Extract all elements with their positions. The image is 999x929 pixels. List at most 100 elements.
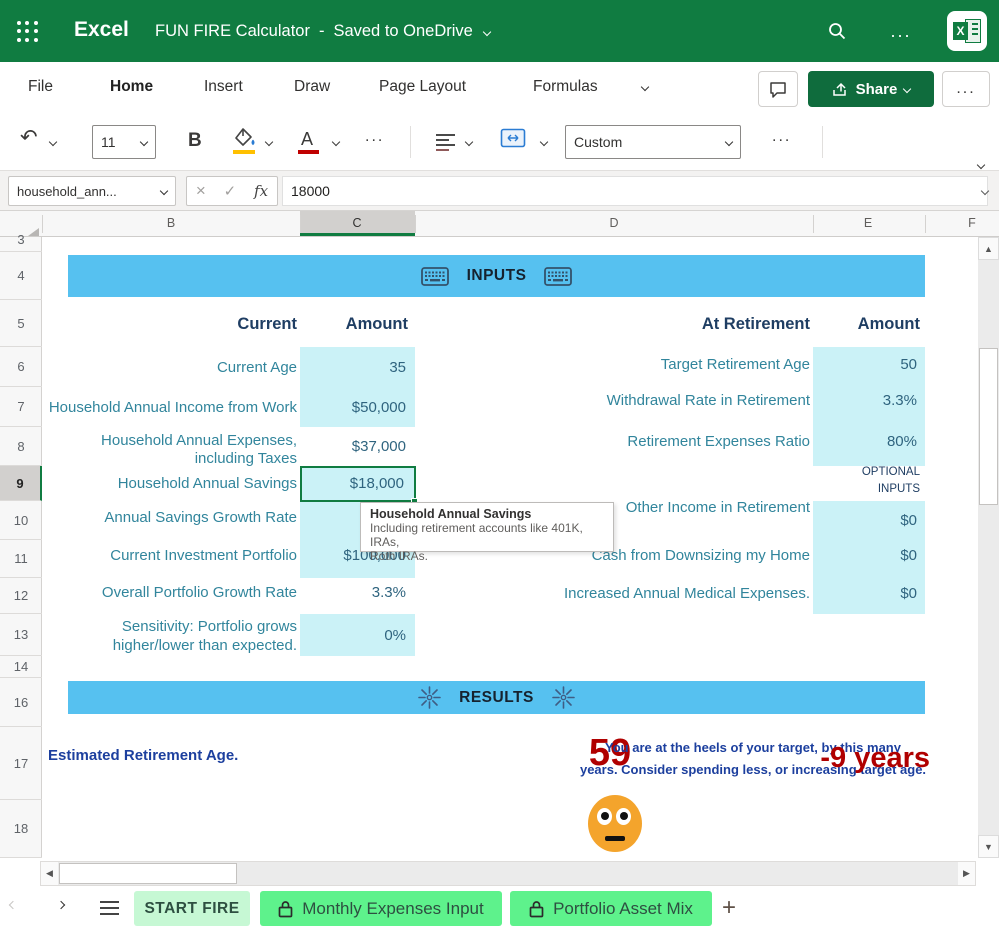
chevron-down-icon[interactable] (483, 27, 491, 35)
search-button[interactable] (820, 16, 854, 46)
row-header-5[interactable]: 5 (0, 300, 42, 347)
alignment-button[interactable] (436, 134, 456, 151)
document-title[interactable]: FUN FIRE Calculator - Saved to OneDrive (155, 22, 490, 41)
add-sheet-button[interactable]: + (722, 894, 736, 922)
estimated-retirement-age-label[interactable]: Estimated Retirement Age. (48, 747, 238, 764)
row-header-6[interactable]: 6 (0, 347, 42, 387)
sheet-tab-portfolio-asset-mix[interactable]: Portfolio Asset Mix (510, 891, 712, 926)
cell-label[interactable]: Household Annual Income from Work (40, 399, 297, 416)
titlebar-more-button[interactable]: ... (884, 16, 918, 46)
cell-value[interactable]: $0 (813, 547, 917, 564)
column-header-e[interactable]: E (864, 216, 872, 230)
sheet-tab-monthly-expenses-input[interactable]: Monthly Expenses Input (260, 891, 502, 926)
tab-insert[interactable]: Insert (204, 78, 243, 96)
ribbon-more-button[interactable]: ... (942, 71, 990, 107)
formula-input[interactable]: 18000 (282, 176, 988, 206)
sheet-nav-right-chevron-icon[interactable] (57, 901, 65, 909)
cell-value[interactable]: 0% (300, 627, 406, 644)
cell-label[interactable]: Sensitivity: Portfolio grows (40, 618, 297, 635)
cell-value[interactable]: $0 (813, 585, 917, 602)
comments-button[interactable] (758, 71, 798, 107)
cell-label[interactable]: Current Investment Portfolio (40, 547, 297, 564)
font-size-dropdown[interactable]: 11 (92, 125, 156, 159)
cell-label[interactable]: Withdrawal Rate in Retirement (550, 392, 810, 409)
horizontal-scroll-thumb[interactable] (59, 863, 237, 884)
row-header-17[interactable]: 17 (0, 727, 42, 800)
bold-button[interactable]: B (188, 130, 202, 152)
column-header-b[interactable]: B (167, 216, 175, 230)
alignment-chevron-icon[interactable] (465, 138, 473, 146)
cell-value[interactable]: $37,000 (300, 438, 406, 455)
font-group-more-button[interactable]: ... (365, 128, 384, 146)
app-name[interactable]: Excel (74, 18, 129, 42)
tab-page-layout[interactable]: Page Layout (379, 78, 466, 96)
tab-home[interactable]: Home (110, 78, 153, 96)
row-header-9[interactable]: 9 (0, 466, 42, 501)
column-header-d[interactable]: D (609, 216, 618, 230)
row-header-11[interactable]: 11 (0, 540, 42, 578)
scroll-down-button[interactable]: ▼ (978, 835, 999, 858)
cell-value[interactable]: $0 (813, 512, 917, 529)
years-delta-value[interactable]: -9 years (790, 742, 930, 775)
row-header-18[interactable]: 18 (0, 800, 42, 858)
cell-label[interactable]: Target Retirement Age (550, 356, 810, 373)
cell-label[interactable]: Household Annual Savings (40, 475, 297, 492)
app-launcher-waffle-icon[interactable] (17, 21, 39, 43)
cell-value[interactable]: 80% (813, 433, 917, 450)
column-header-f[interactable]: F (968, 216, 976, 230)
cell-label[interactable]: including Taxes (40, 450, 297, 467)
row-header-3[interactable]: 3 (0, 227, 42, 252)
row-header-8[interactable]: 8 (0, 427, 42, 466)
more-tabs-chevron-icon[interactable] (641, 83, 649, 91)
left-current-header[interactable]: Current (100, 315, 297, 334)
cell-label[interactable]: Overall Portfolio Growth Rate (40, 584, 297, 601)
column-header-c[interactable]: C (352, 216, 361, 230)
right-amount-header[interactable]: Amount (822, 315, 920, 334)
sheet-tab-start-fire[interactable]: START FIRE (134, 891, 250, 926)
tab-formulas[interactable]: Formulas (533, 78, 598, 96)
cell-label[interactable]: Annual Savings Growth Rate (40, 509, 297, 526)
row-header-14[interactable]: 14 (0, 656, 42, 678)
vertical-scroll-thumb[interactable] (979, 348, 998, 505)
cell-label[interactable]: Retirement Expenses Ratio (550, 433, 810, 450)
number-format-dropdown[interactable]: Custom (565, 125, 741, 159)
tab-file[interactable]: File (28, 78, 53, 96)
excel-app-icon[interactable]: X (947, 11, 987, 51)
right-at-retirement-header[interactable]: At Retirement (610, 315, 810, 334)
selected-cell-border[interactable] (300, 466, 416, 502)
cell-label[interactable]: Household Annual Expenses, (40, 432, 297, 449)
sheet-list-menu-icon[interactable] (100, 901, 119, 919)
cell-label[interactable]: higher/lower than expected. (40, 637, 297, 654)
row-header-10[interactable]: 10 (0, 501, 42, 540)
undo-chevron-icon[interactable] (49, 138, 57, 146)
share-button[interactable]: Share (808, 71, 934, 107)
undo-button[interactable]: ↶ (20, 125, 38, 150)
cell-label[interactable]: Current Age (47, 359, 297, 376)
row-header-13[interactable]: 13 (0, 614, 42, 656)
merge-chevron-icon[interactable] (540, 138, 548, 146)
horizontal-scrollbar[interactable]: ◀ ▶ (40, 861, 976, 886)
tab-draw[interactable]: Draw (294, 78, 330, 96)
row-header-7[interactable]: 7 (0, 387, 42, 427)
cell-label[interactable]: Increased Annual Medical Expenses. (550, 585, 810, 602)
cell-value[interactable]: 50 (813, 356, 917, 373)
font-color-chevron-icon[interactable] (332, 138, 340, 146)
row-header-16[interactable]: 16 (0, 678, 42, 727)
confirm-entry-button[interactable]: ✓ (224, 182, 237, 200)
row-header-12[interactable]: 12 (0, 578, 42, 614)
cell-value[interactable]: 3.3% (300, 584, 406, 601)
fill-color-chevron-icon[interactable] (265, 138, 273, 146)
cell-value[interactable]: 35 (300, 359, 406, 376)
scroll-up-button[interactable]: ▲ (978, 237, 999, 260)
cell-value[interactable]: $50,000 (300, 399, 406, 416)
collapse-ribbon-chevron-icon[interactable] (977, 161, 985, 169)
scroll-left-button[interactable]: ◀ (41, 862, 58, 885)
toolbar-more-button[interactable]: ... (772, 128, 791, 146)
name-box[interactable]: household_ann... (8, 176, 176, 206)
cell-value[interactable]: 3.3% (813, 392, 917, 409)
left-amount-header[interactable]: Amount (310, 315, 408, 334)
vertical-scrollbar[interactable]: ▲ ▼ (978, 237, 999, 858)
fx-icon[interactable]: fx (254, 182, 268, 200)
scroll-right-button[interactable]: ▶ (958, 862, 975, 885)
sheet-nav-left-chevron-icon[interactable] (9, 901, 17, 909)
